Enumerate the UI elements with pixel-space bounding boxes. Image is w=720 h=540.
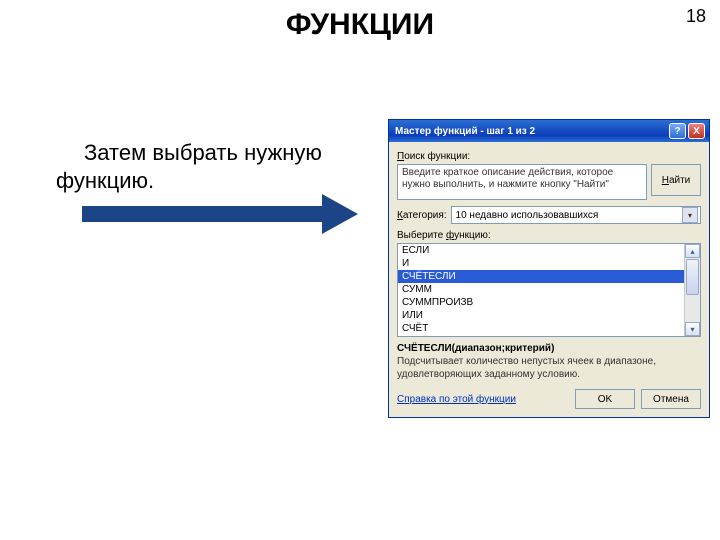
close-icon[interactable]: X <box>688 123 705 139</box>
category-value: 10 недавно использовавшихся <box>456 210 599 221</box>
slide-title: ФУНКЦИИ <box>0 8 720 42</box>
list-item[interactable]: СЧЁТЕСЛИ <box>398 270 700 283</box>
caption-text: Затем выбрать нужную функцию. <box>56 139 366 194</box>
arrow-shaft <box>82 206 322 222</box>
dialog-title: Мастер функций - шаг 1 из 2 <box>395 126 667 137</box>
chevron-down-icon[interactable]: ▾ <box>682 207 698 223</box>
list-item[interactable]: ИЛИ <box>398 309 700 322</box>
arrow-graphic <box>82 200 362 228</box>
select-function-label: Выберите функцию: <box>397 230 701 241</box>
category-select[interactable]: 10 недавно использовавшихся ▾ <box>451 206 701 224</box>
list-item[interactable]: ЕСЛИ <box>398 244 700 257</box>
list-item[interactable]: СУММПРОИЗВ <box>398 296 700 309</box>
function-listbox[interactable]: ЕСЛИ И СЧЁТЕСЛИ СУММ СУММПРОИЗВ ИЛИ СЧЁТ… <box>397 243 701 337</box>
find-button[interactable]: Найти <box>651 164 701 196</box>
dialog-titlebar[interactable]: Мастер функций - шаг 1 из 2 ? X <box>389 120 709 142</box>
scrollbar[interactable]: ▴ ▾ <box>684 244 700 336</box>
help-icon[interactable]: ? <box>669 123 686 139</box>
list-item[interactable]: И <box>398 257 700 270</box>
list-item[interactable]: СЧЁТ <box>398 322 700 335</box>
list-item[interactable]: СУММ <box>398 283 700 296</box>
category-label: Категория: <box>397 210 447 221</box>
scroll-thumb[interactable] <box>686 259 699 295</box>
function-wizard-dialog: Мастер функций - шаг 1 из 2 ? X Поиск фу… <box>388 119 710 418</box>
function-description: Подсчитывает количество непустых ячеек в… <box>397 356 701 381</box>
scroll-up-icon[interactable]: ▴ <box>685 244 700 258</box>
caption-line-2: функцию. <box>56 168 154 193</box>
function-syntax: СЧЁТЕСЛИ(диапазон;критерий) <box>397 343 701 354</box>
cancel-button[interactable]: Отмена <box>641 389 701 409</box>
scroll-down-icon[interactable]: ▾ <box>685 322 700 336</box>
help-link[interactable]: Справка по этой функции <box>397 394 516 405</box>
caption-line-1: Затем выбрать нужную <box>84 140 322 165</box>
search-input[interactable]: Введите краткое описание действия, котор… <box>397 164 647 200</box>
arrow-head <box>322 194 358 234</box>
ok-button[interactable]: OK <box>575 389 635 409</box>
dialog-body: Поиск функции: Введите краткое описание … <box>389 142 709 417</box>
search-label: Поиск функции: <box>397 151 701 162</box>
